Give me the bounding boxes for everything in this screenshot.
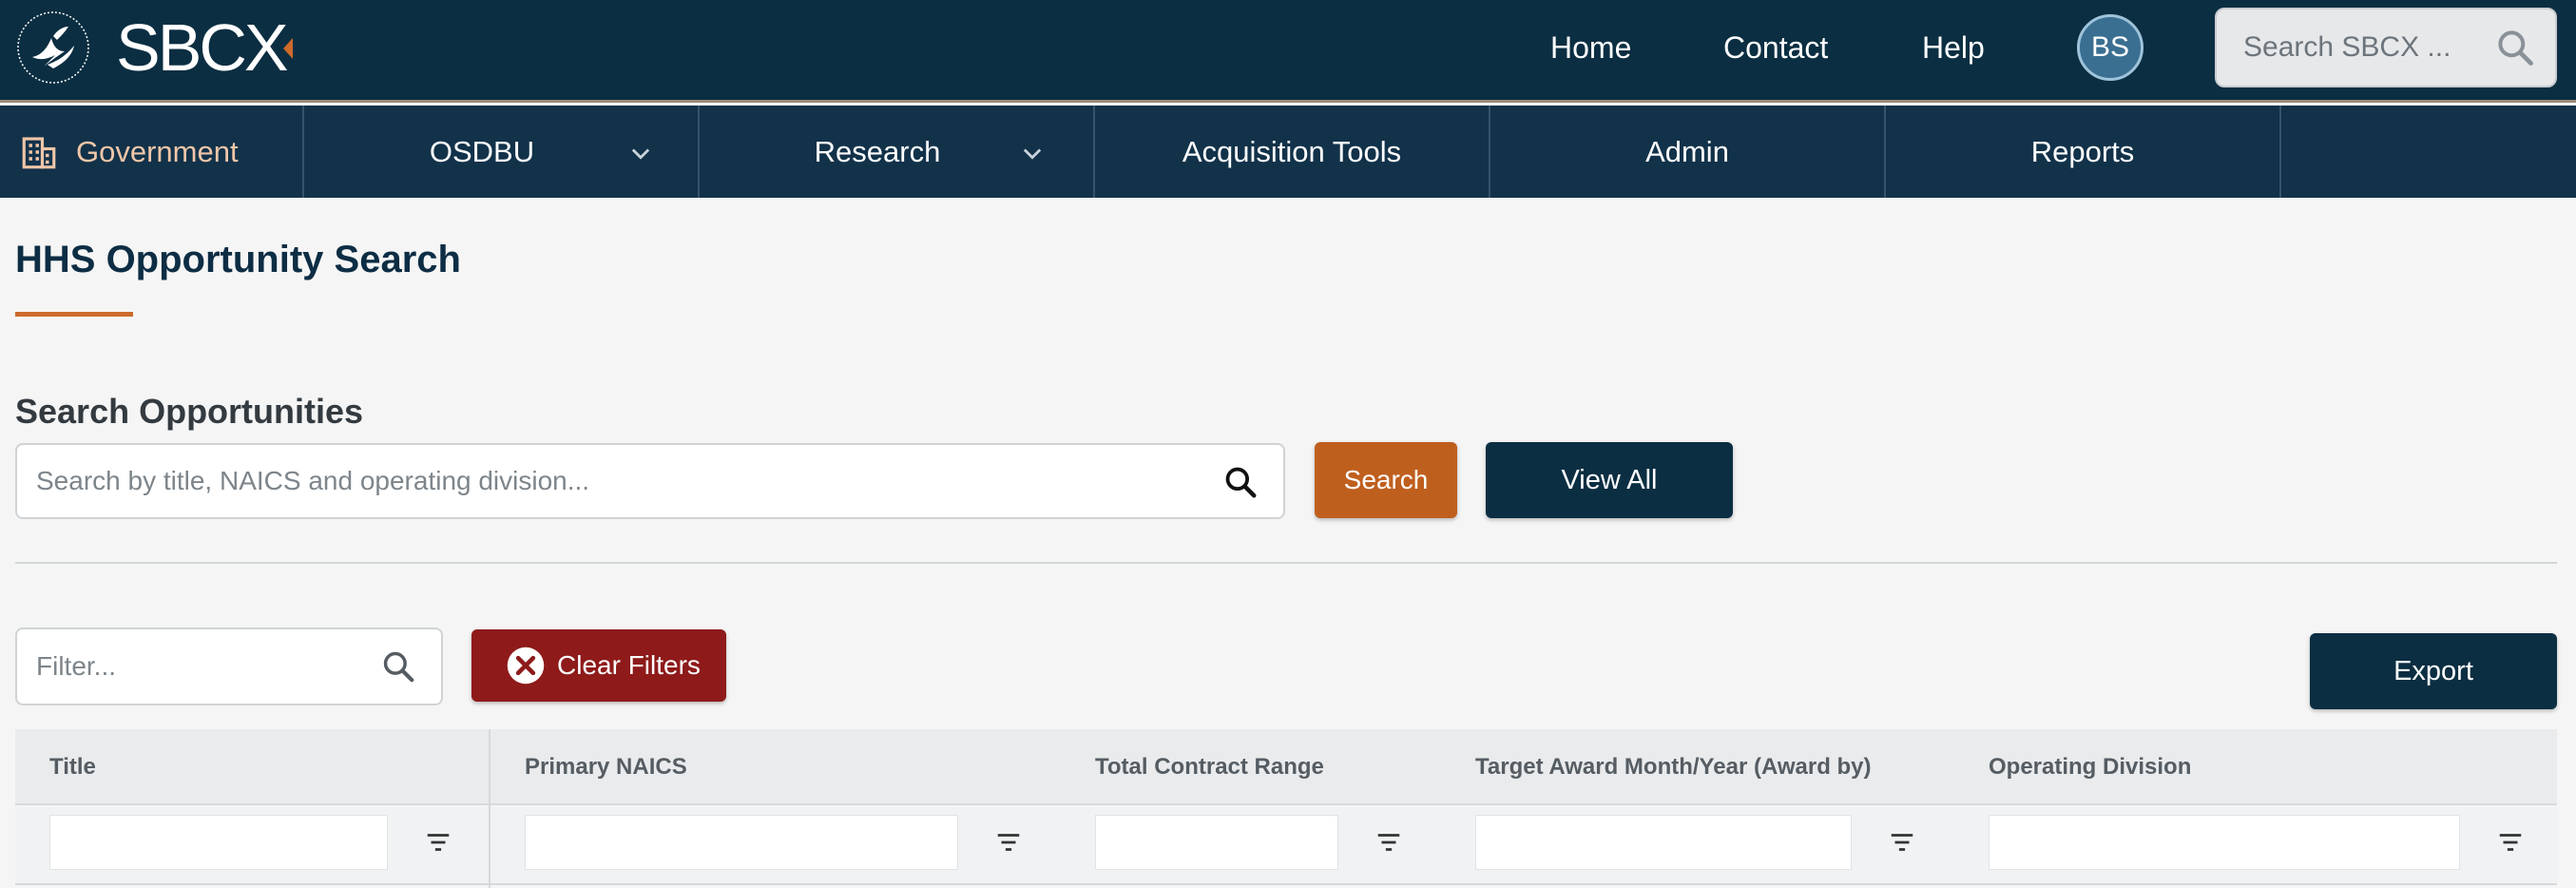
clear-filters-button[interactable]: Clear Filters xyxy=(471,629,726,702)
nav-item-label: Research xyxy=(814,134,941,168)
filter-icon[interactable] xyxy=(2496,828,2525,857)
topnav-help-link[interactable]: Help xyxy=(1922,29,1985,67)
opportunity-search-input[interactable] xyxy=(17,445,1196,517)
nav-item-government[interactable]: Government xyxy=(0,106,304,198)
nav-item-label: Government xyxy=(76,134,239,168)
column-header-primary-naics[interactable]: Primary NAICS xyxy=(525,752,687,782)
global-search-box xyxy=(2215,8,2557,87)
nav-item-reports[interactable]: Reports xyxy=(1886,106,2281,198)
page-title: HHS Opportunity Search xyxy=(15,239,461,280)
contract-range-column-filter-input[interactable] xyxy=(1095,815,1338,870)
filter-icon[interactable] xyxy=(994,828,1023,857)
nav-item-research[interactable]: Research xyxy=(700,106,1095,198)
view-all-button[interactable]: View All xyxy=(1486,442,1733,518)
nav-item-acquisition-tools[interactable]: Acquisition Tools xyxy=(1095,106,1490,198)
search-icon[interactable] xyxy=(1222,464,1259,500)
user-avatar[interactable]: BS xyxy=(2077,14,2143,81)
nav-item-label: OSDBU xyxy=(429,134,535,168)
building-icon xyxy=(22,136,56,168)
brand-accent-chevron-icon xyxy=(283,38,293,59)
filter-icon[interactable] xyxy=(424,828,452,857)
topnav-contact-link[interactable]: Contact xyxy=(1723,29,1828,67)
section-divider xyxy=(15,562,2557,564)
naics-column-filter-input[interactable] xyxy=(525,815,958,870)
nav-item-osdbu[interactable]: OSDBU xyxy=(304,106,700,198)
search-button[interactable]: Search xyxy=(1315,442,1457,518)
main-navigation: Government OSDBU Research Acquisition To… xyxy=(0,106,2576,198)
column-separator xyxy=(489,729,490,888)
chevron-down-icon xyxy=(1023,148,1042,160)
table-filter-row xyxy=(15,807,2557,885)
table-filter-box xyxy=(15,627,443,705)
section-title: Search Opportunities xyxy=(15,392,364,431)
operating-division-column-filter-input[interactable] xyxy=(1989,815,2460,870)
export-button[interactable]: Export xyxy=(2310,633,2557,709)
column-header-total-contract-range[interactable]: Total Contract Range xyxy=(1095,752,1324,782)
close-circle-icon xyxy=(507,647,545,685)
chevron-down-icon xyxy=(631,148,650,160)
column-header-operating-division[interactable]: Operating Division xyxy=(1989,752,2191,782)
nav-item-label: Reports xyxy=(2030,134,2135,168)
topnav-home-link[interactable]: Home xyxy=(1550,29,1631,67)
search-icon[interactable] xyxy=(2494,27,2536,68)
title-underline xyxy=(15,312,133,317)
filter-icon[interactable] xyxy=(1888,828,1916,857)
column-header-title[interactable]: Title xyxy=(49,752,96,782)
opportunity-search-box xyxy=(15,443,1285,519)
hhs-seal-logo[interactable] xyxy=(15,10,91,86)
nav-item-label: Admin xyxy=(1645,134,1729,168)
clear-filters-label: Clear Filters xyxy=(557,650,701,680)
top-header: SBCX Home Contact Help BS xyxy=(0,0,2576,103)
title-column-filter-input[interactable] xyxy=(49,815,388,870)
column-header-target-award[interactable]: Target Award Month/Year (Award by) xyxy=(1475,752,1872,782)
global-search-input[interactable] xyxy=(2217,10,2492,86)
filter-icon[interactable] xyxy=(1375,828,1403,857)
table-filter-input[interactable] xyxy=(17,629,369,704)
nav-item-admin[interactable]: Admin xyxy=(1490,106,1886,198)
table-header-row: Title Primary NAICS Total Contract Range… xyxy=(15,729,2557,805)
search-icon[interactable] xyxy=(380,648,416,685)
target-award-column-filter-input[interactable] xyxy=(1475,815,1852,870)
brand-wordmark[interactable]: SBCX xyxy=(116,10,289,86)
nav-item-label: Acquisition Tools xyxy=(1182,134,1402,168)
